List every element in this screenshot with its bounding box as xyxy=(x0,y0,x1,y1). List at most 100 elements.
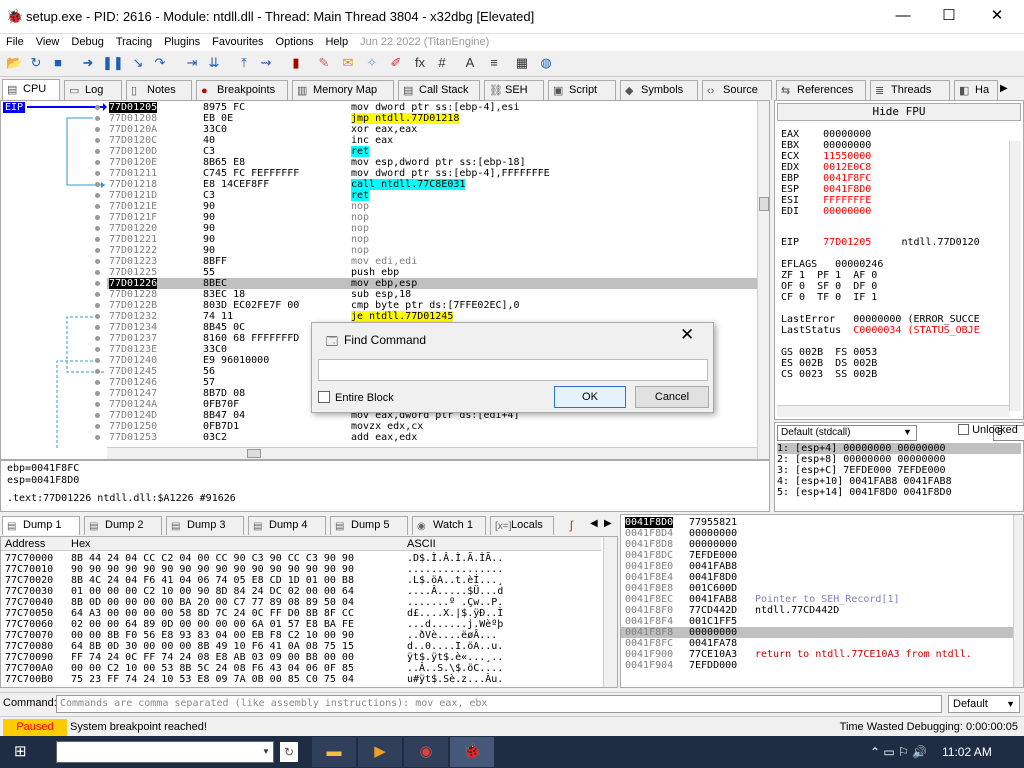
tab-call-stack[interactable]: ▤ Call Stack xyxy=(398,80,480,100)
disasm-row[interactable]: 77D01223 8BFF mov edi,edi xyxy=(107,256,757,267)
breakpoint-dot[interactable] xyxy=(95,358,100,363)
stack-row[interactable]: 0041F8F8 00000000 xyxy=(621,627,1013,638)
dump-row[interactable]: 77C70040 8B 0D 00 00 00 00 BA 20 00 C7 77… xyxy=(1,597,601,608)
trace-into-icon[interactable]: ⇥ xyxy=(184,55,200,71)
register-ebx[interactable]: EBX 00000000 xyxy=(781,140,871,151)
breakpoint-dot[interactable] xyxy=(95,424,100,429)
dropdown-arrow-icon[interactable]: ▼ xyxy=(903,427,912,437)
media-player-icon[interactable]: ▶ xyxy=(358,737,402,767)
register-ebp[interactable]: EBP 0041F8FC xyxy=(781,173,871,184)
stack-row[interactable]: 0041F904 7EFDD000 xyxy=(621,660,1013,671)
struct-icon[interactable]: ʃ xyxy=(570,518,573,532)
scylla-icon[interactable]: ▮ xyxy=(288,55,304,71)
x32dbg-taskbar-icon[interactable]: 🐞 xyxy=(450,737,494,767)
breakpoint-dot[interactable] xyxy=(95,435,100,440)
breakpoint-dot[interactable] xyxy=(95,127,100,132)
stack-row[interactable]: 0041F8E8 001C600D xyxy=(621,583,1013,594)
tab-dump-4[interactable]: ▤ Dump 4 xyxy=(248,516,326,535)
disasm-row[interactable]: 77D0122B 803D EC02FE7F 00 cmp byte ptr ds:… xyxy=(107,300,757,311)
windows-start-icon[interactable]: ⊞ xyxy=(14,744,32,760)
menu-view[interactable]: View xyxy=(30,34,66,50)
disasm-row[interactable]: 77D0120A 33C0 xor eax,eax xyxy=(107,124,757,135)
step-over-icon[interactable]: ↷ xyxy=(152,55,168,71)
arg-row[interactable]: 1: [esp+4] 00000000 00000000 xyxy=(777,443,1021,454)
stop-icon[interactable]: ■ xyxy=(50,55,66,71)
breakpoint-dot[interactable] xyxy=(95,160,100,165)
breakpoint-dot[interactable] xyxy=(95,237,100,242)
cancel-button[interactable]: Cancel xyxy=(635,386,709,408)
register-esp[interactable]: ESP 0041F8D0 xyxy=(781,184,871,195)
strings-icon[interactable]: ≡ xyxy=(486,55,502,71)
restart-icon[interactable]: ↻ xyxy=(28,55,44,71)
breakpoint-dot[interactable] xyxy=(95,149,100,154)
breakpoint-dot[interactable] xyxy=(95,171,100,176)
segment-row[interactable]: ES 002B DS 002B xyxy=(781,358,877,369)
breakpoint-dot[interactable] xyxy=(95,204,100,209)
breakpoint-dot[interactable] xyxy=(95,248,100,253)
breakpoint-dot[interactable] xyxy=(95,193,100,198)
dump-row[interactable]: 77C70090 FF 74 24 0C FF 74 24 08 E8 AB 03… xyxy=(1,652,601,663)
register-edi[interactable]: EDI 00000000 xyxy=(781,206,871,217)
comment-icon[interactable]: ✉ xyxy=(340,55,356,71)
patch-icon[interactable]: ✎ xyxy=(316,55,332,71)
tab-dump-3[interactable]: ▤ Dump 3 xyxy=(166,516,244,535)
breakpoint-dot[interactable] xyxy=(95,138,100,143)
tab-scroll-left-icon[interactable]: ◀ xyxy=(590,518,598,529)
dialog-close-icon[interactable]: ✕ xyxy=(680,325,694,345)
stack-pane[interactable]: 0041F8D0 77955821 0041F8D4 00000000 0041F8D8… xyxy=(620,514,1024,688)
step-into-icon[interactable]: ↘ xyxy=(130,55,146,71)
tab-dump-5[interactable]: ▤ Dump 5 xyxy=(330,516,408,535)
disasm-row[interactable]: 77D0120D C3 ret xyxy=(107,146,757,157)
disasm-row[interactable]: 77D01208 EB 0E jmp ntdll.77D01218 xyxy=(107,113,757,124)
disasm-row[interactable]: 77D0120E 8B65 E8 mov esp,dword ptr ss:[ebp… xyxy=(107,157,757,168)
menu-file[interactable]: File xyxy=(0,34,30,50)
tab-watch-1[interactable]: ◉ Watch 1 xyxy=(412,516,486,535)
hash-icon[interactable]: # xyxy=(434,55,450,71)
stack-row[interactable]: 0041F8D4 00000000 xyxy=(621,528,1013,539)
arg-row[interactable]: 5: [esp+14] 0041F8D0 0041F8D0 xyxy=(777,487,1021,498)
tab-log[interactable]: ▭ Log xyxy=(64,80,122,100)
stack-row[interactable]: 0041F8E0 0041FAB8 xyxy=(621,561,1013,572)
dump-vscrollbar[interactable] xyxy=(603,537,617,687)
ok-button[interactable]: OK xyxy=(554,386,626,408)
disasm-row[interactable]: 77D01222 90 nop xyxy=(107,245,757,256)
disasm-row[interactable]: 77D01211 C745 FC FEFFFFFF mov dword ptr ss… xyxy=(107,168,757,179)
dropdown-arrow-icon[interactable]: ▼ xyxy=(262,747,270,756)
stack-row[interactable]: 0041F8F0 77CD442D ntdll.77CD442D xyxy=(621,605,1013,616)
tab-seh[interactable]: ⛓ SEH xyxy=(484,80,544,100)
breakpoint-dot[interactable] xyxy=(95,105,100,110)
arg-row[interactable]: 4: [esp+10] 0041FAB8 0041FAB8 xyxy=(777,476,1021,487)
function-icon[interactable]: fx xyxy=(412,55,428,71)
stack-row[interactable]: 0041F900 77CE10A3 return to ntdll.77CE10A3… xyxy=(621,649,1013,660)
segment-row[interactable]: GS 002B FS 0053 xyxy=(781,347,877,358)
disasm-row[interactable]: 77D01205 8975 FC mov dword ptr ss:[ebp-4],… xyxy=(107,102,757,113)
disasm-row[interactable]: 77D01221 90 nop xyxy=(107,234,757,245)
entire-block-checkbox[interactable] xyxy=(318,391,330,403)
dump-row[interactable]: 77C70080 64 8B 0D 30 00 00 00 8B 49 10 F6… xyxy=(1,641,601,652)
menu-help[interactable]: Help xyxy=(319,34,354,50)
breakpoint-dot[interactable] xyxy=(95,215,100,220)
minimize-button[interactable]: — xyxy=(880,4,926,28)
registers-vscrollbar[interactable] xyxy=(1009,141,1021,411)
disasm-row[interactable]: 77D0121E 90 nop xyxy=(107,201,757,212)
tab-dump-2[interactable]: ▤ Dump 2 xyxy=(84,516,162,535)
pause-icon[interactable]: ❚❚ xyxy=(102,55,124,71)
dump-row[interactable]: 77C70070 00 00 8B F0 56 E8 93 83 04 00 EB… xyxy=(1,630,601,641)
disasm-row[interactable]: 77D0121D C3 ret xyxy=(107,190,757,201)
tab-notes[interactable]: ▯ Notes xyxy=(126,80,192,100)
dump-row[interactable]: 77C700B0 75 23 FF 74 24 10 53 E8 09 7A 0B… xyxy=(1,674,601,685)
menu-favourites[interactable]: Favourites xyxy=(206,34,269,50)
execute-till-return-icon[interactable]: ⤒ xyxy=(236,55,252,71)
tab-scroll-right-icon[interactable]: ▶ xyxy=(1000,83,1008,94)
stack-vscrollbar[interactable] xyxy=(1013,515,1023,687)
breakpoint-dot[interactable] xyxy=(95,281,100,286)
disasm-row[interactable]: 77D01250 0FB7D1 movzx edx,cx xyxy=(107,421,757,432)
flags-row[interactable]: ZF 1 PF 1 AF 0 xyxy=(781,270,877,281)
menu-plugins[interactable]: Plugins xyxy=(158,34,206,50)
breakpoint-dot[interactable] xyxy=(95,259,100,264)
flags-row[interactable]: CF 0 TF 0 IF 1 xyxy=(781,292,877,303)
breakpoint-dot[interactable] xyxy=(95,391,100,396)
stack-row[interactable]: 0041F8D0 77955821 xyxy=(621,517,1013,528)
dump-row[interactable]: 77C70060 02 00 00 64 89 0D 00 00 00 00 6A… xyxy=(1,619,601,630)
stack-row[interactable]: 0041F8E4 0041F8D0 xyxy=(621,572,1013,583)
